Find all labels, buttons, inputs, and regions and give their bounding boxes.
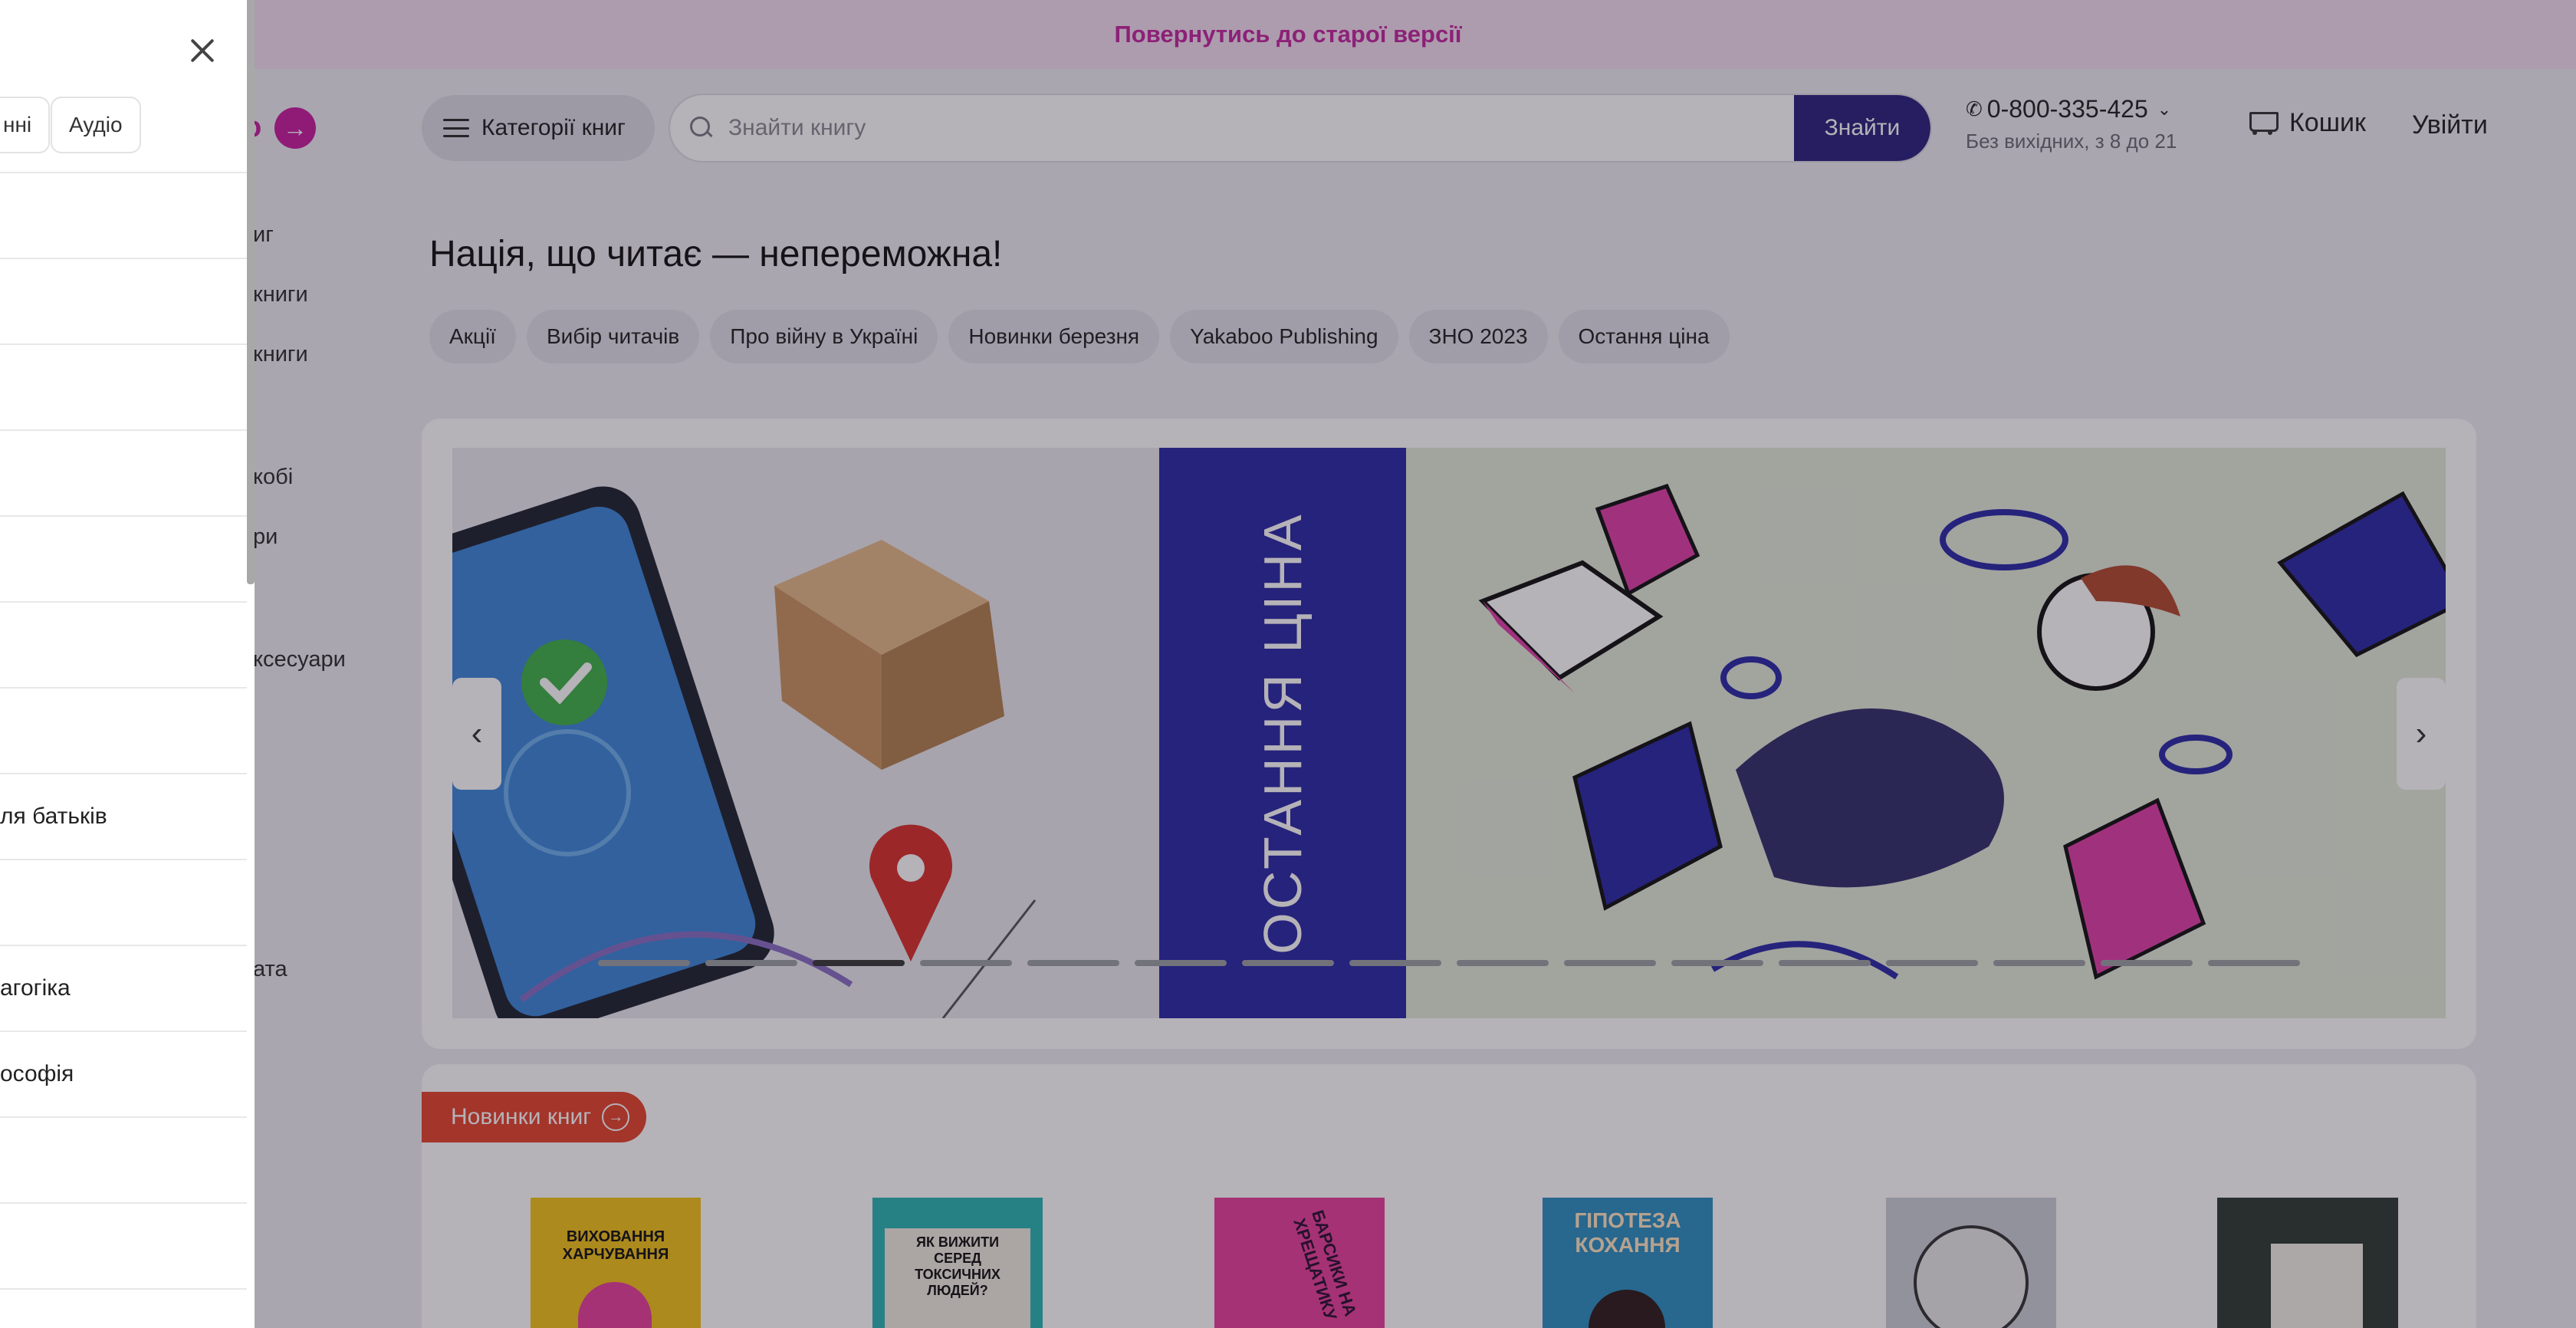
- drawer-item[interactable]: [0, 687, 247, 773]
- drawer-tab-audio[interactable]: Аудіо: [51, 97, 141, 153]
- drawer-item[interactable]: [0, 859, 247, 945]
- drawer-item[interactable]: [0, 515, 247, 601]
- drawer-item-pedagogy[interactable]: агогіка: [0, 945, 247, 1031]
- drawer-scrollbar[interactable]: [247, 0, 255, 584]
- drawer-item[interactable]: [0, 258, 247, 344]
- drawer-item[interactable]: [0, 1116, 247, 1202]
- drawer-item[interactable]: [0, 344, 247, 429]
- drawer-item[interactable]: [0, 601, 247, 687]
- drawer-tab-electronic[interactable]: нні: [0, 97, 51, 153]
- modal-overlay[interactable]: [0, 0, 2576, 1328]
- drawer-item[interactable]: [0, 429, 247, 515]
- drawer-item[interactable]: [0, 1202, 247, 1288]
- categories-drawer: нні Аудіо ля батьків агогіка ософія: [0, 0, 255, 1328]
- drawer-item-philosophy[interactable]: ософія: [0, 1031, 247, 1116]
- drawer-item[interactable]: [0, 1288, 247, 1328]
- drawer-item-parents[interactable]: ля батьків: [0, 773, 247, 859]
- drawer-item[interactable]: [0, 172, 247, 258]
- close-icon[interactable]: [186, 34, 219, 67]
